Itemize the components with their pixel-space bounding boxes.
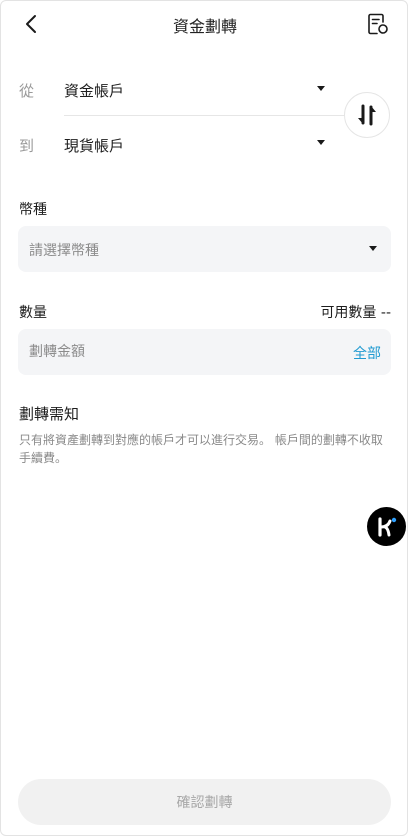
notice-body: 只有將資產劃轉到對應的帳戶才可以進行交易。 帳戶間的劃轉不收取手續費。 [19,433,383,465]
chevron-down-icon[interactable] [317,86,325,91]
currency-label: 幣種 [19,202,47,218]
header: 資金劃轉 [0,0,410,48]
document-clock-icon[interactable] [366,12,390,36]
swap-accounts-button[interactable] [344,92,390,138]
to-label: 到 [19,137,35,155]
currency-select[interactable]: 請選擇幣種 [18,226,391,272]
chevron-down-icon [369,246,377,251]
currency-placeholder: 請選擇幣種 [29,243,99,259]
amount-input[interactable] [18,329,318,375]
k-logo-icon [377,516,396,537]
confirm-transfer-button[interactable]: 確認劃轉 [18,779,391,825]
page-title: 資金劃轉 [172,17,237,36]
max-all-button[interactable]: 全部 [353,343,381,363]
floating-assistant-button[interactable] [367,507,406,546]
divider [64,115,346,116]
to-account-select[interactable]: 現貨帳戶 [64,135,124,156]
amount-field: 全部 [18,329,391,375]
notice-title: 劃轉需知 [19,405,80,423]
chevron-down-icon[interactable] [317,140,325,145]
from-account-select[interactable]: 資金帳戶 [64,80,124,101]
amount-label: 數量 [19,305,47,321]
available-amount: 可用數量 -- [320,305,391,321]
swap-vertical-icon [358,104,376,126]
from-label: 從 [19,82,35,100]
